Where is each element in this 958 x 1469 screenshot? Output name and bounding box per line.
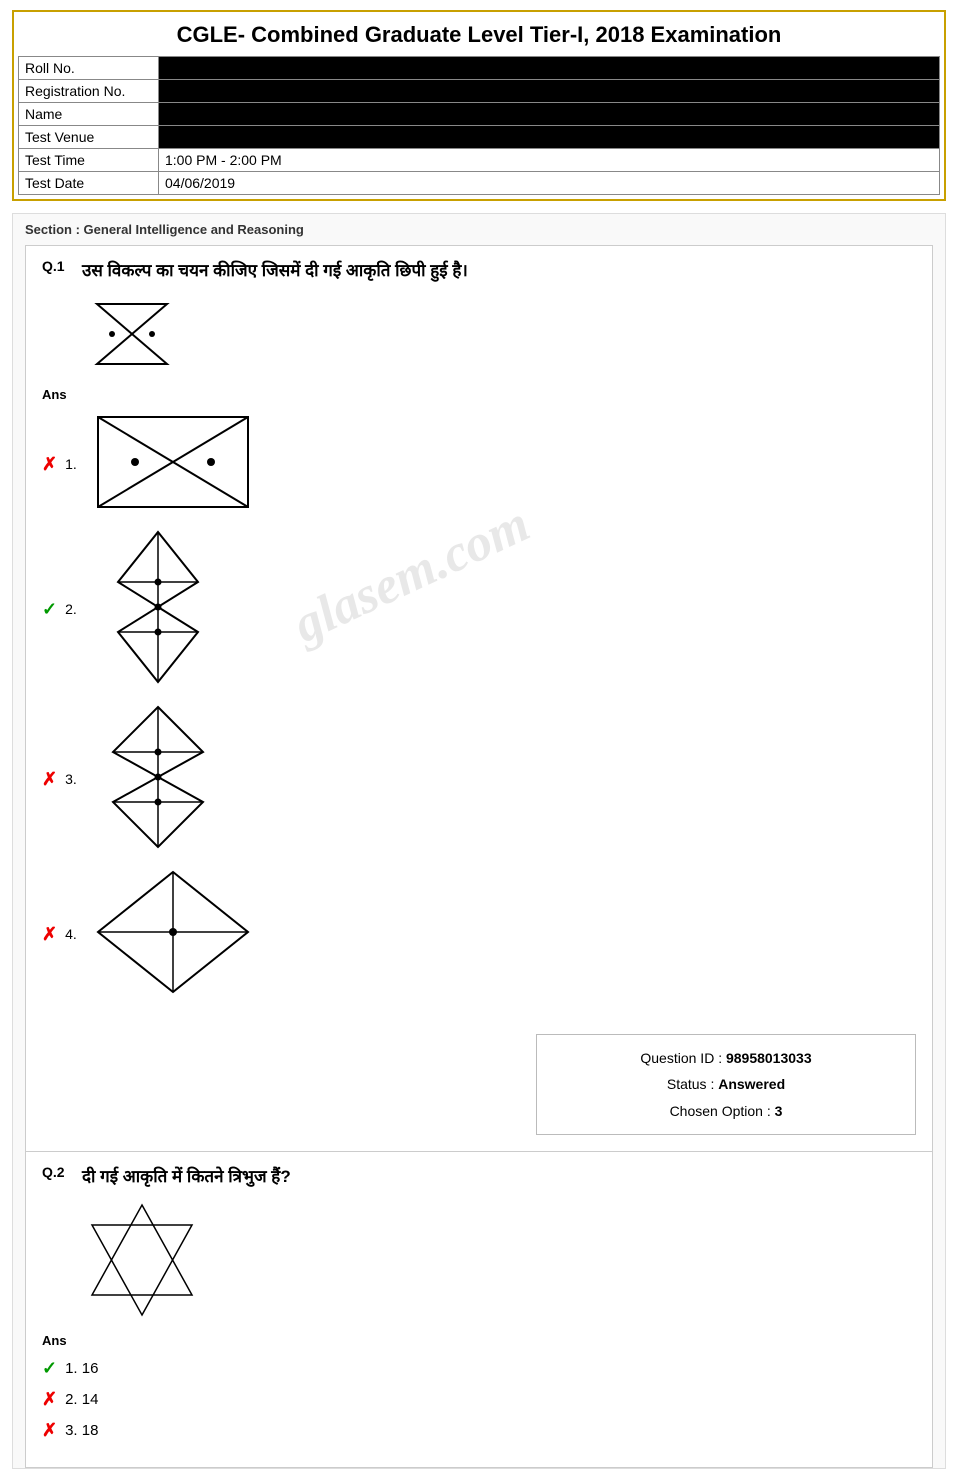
field-value-redacted bbox=[159, 80, 940, 103]
question-info-container: Question ID : 98958013033 Status : Answe… bbox=[42, 1018, 916, 1136]
table-row: Roll No. bbox=[19, 57, 940, 80]
question-2-header: Q.2 दी गई आकृति में कितने त्रिभुज हैं? bbox=[42, 1164, 916, 1190]
table-row: Test Venue bbox=[19, 126, 940, 149]
option-2-item: ✓ 2. bbox=[42, 527, 916, 692]
section-label: Section : General Intelligence and Reaso… bbox=[25, 222, 933, 237]
cross-icon-q2-2: ✗ bbox=[42, 1389, 57, 1410]
field-value-redacted bbox=[159, 126, 940, 149]
check-icon-q2-1: ✓ bbox=[42, 1358, 57, 1379]
option-1-figure bbox=[93, 412, 253, 517]
ans-label-1: Ans bbox=[42, 387, 916, 402]
question-id-line: Question ID : 98958013033 bbox=[557, 1045, 895, 1072]
option-4-item: ✗ 4. bbox=[42, 867, 916, 1002]
field-label: Registration No. bbox=[19, 80, 159, 103]
table-row: Name bbox=[19, 103, 940, 126]
field-value-redacted bbox=[159, 57, 940, 80]
q2-option-3-item: ✗ 3. 18 bbox=[42, 1420, 916, 1441]
question-1-number: Q.1 bbox=[42, 258, 74, 274]
q2-option-1-item: ✓ 1. 16 bbox=[42, 1358, 916, 1379]
question-1-text: उस विकल्प का चयन कीजिए जिसमें दी गई आकृत… bbox=[82, 258, 468, 284]
option-1-svg bbox=[93, 412, 253, 512]
option-1-item: ✗ 1. bbox=[42, 412, 916, 517]
question-1-figure bbox=[82, 294, 916, 379]
table-row: Test Date 04/06/2019 bbox=[19, 172, 940, 195]
option-3-svg bbox=[93, 702, 223, 852]
question-info-box: Question ID : 98958013033 Status : Answe… bbox=[536, 1034, 916, 1136]
header-box: CGLE- Combined Graduate Level Tier-I, 20… bbox=[12, 10, 946, 201]
given-figure-svg bbox=[82, 294, 182, 374]
question-1-header: Q.1 उस विकल्प का चयन कीजिए जिसमें दी गई … bbox=[42, 258, 916, 284]
section-name: General Intelligence and Reasoning bbox=[84, 222, 304, 237]
check-icon-2: ✓ bbox=[42, 599, 57, 620]
cross-icon-q2-3: ✗ bbox=[42, 1420, 57, 1441]
status-label: Status : bbox=[667, 1076, 714, 1092]
question-2-block: Q.2 दी गई आकृति में कितने त्रिभुज हैं? A… bbox=[25, 1152, 933, 1468]
question-1-block: glasem.com Q.1 उस विकल्प का चयन कीजिए जि… bbox=[25, 245, 933, 1152]
q2-option-2: 2. 14 bbox=[65, 1391, 98, 1408]
question-id-value: 98958013033 bbox=[726, 1050, 812, 1066]
option-3-item: ✗ 3. bbox=[42, 702, 916, 857]
field-value-testtime: 1:00 PM - 2:00 PM bbox=[159, 149, 940, 172]
chosen-line: Chosen Option : 3 bbox=[557, 1098, 895, 1125]
status-value: Answered bbox=[718, 1076, 785, 1092]
field-value-testdate: 04/06/2019 bbox=[159, 172, 940, 195]
chosen-value: 3 bbox=[775, 1103, 783, 1119]
info-table: Roll No. Registration No. Name Test Venu… bbox=[18, 56, 940, 195]
question-2-svg bbox=[82, 1200, 202, 1320]
option-3-figure bbox=[93, 702, 223, 857]
section-block: Section : General Intelligence and Reaso… bbox=[12, 213, 946, 1469]
option-4-svg bbox=[93, 867, 253, 997]
q2-option-3: 3. 18 bbox=[65, 1422, 98, 1439]
cross-icon-1: ✗ bbox=[42, 454, 57, 475]
field-label: Test Date bbox=[19, 172, 159, 195]
option-2-num: 2. bbox=[65, 601, 85, 617]
ans-label-2: Ans bbox=[42, 1333, 916, 1348]
status-line: Status : Answered bbox=[557, 1071, 895, 1098]
table-row: Registration No. bbox=[19, 80, 940, 103]
option-2-svg bbox=[93, 527, 223, 687]
question-2-text: दी गई आकृति में कितने त्रिभुज हैं? bbox=[82, 1164, 291, 1190]
field-label: Test Venue bbox=[19, 126, 159, 149]
field-label: Roll No. bbox=[19, 57, 159, 80]
question-2-figure bbox=[82, 1200, 916, 1325]
table-row: Test Time 1:00 PM - 2:00 PM bbox=[19, 149, 940, 172]
q2-option-1: 1. 16 bbox=[65, 1360, 98, 1377]
question-1: Q.1 उस विकल्प का चयन कीजिए जिसमें दी गई … bbox=[25, 245, 933, 1152]
exam-title: CGLE- Combined Graduate Level Tier-I, 20… bbox=[18, 16, 940, 56]
option-3-num: 3. bbox=[65, 771, 85, 787]
cross-icon-4: ✗ bbox=[42, 924, 57, 945]
field-label: Test Time bbox=[19, 149, 159, 172]
option-1-num: 1. bbox=[65, 456, 85, 472]
section-prefix: Section : bbox=[25, 222, 80, 237]
field-label: Name bbox=[19, 103, 159, 126]
field-value-redacted bbox=[159, 103, 940, 126]
cross-icon-3: ✗ bbox=[42, 769, 57, 790]
question-2-number: Q.2 bbox=[42, 1164, 74, 1180]
question-id-label: Question ID : bbox=[640, 1050, 722, 1066]
option-4-num: 4. bbox=[65, 926, 85, 942]
option-4-figure bbox=[93, 867, 253, 1002]
option-2-figure bbox=[93, 527, 223, 692]
q2-option-2-item: ✗ 2. 14 bbox=[42, 1389, 916, 1410]
chosen-label: Chosen Option : bbox=[670, 1103, 771, 1119]
